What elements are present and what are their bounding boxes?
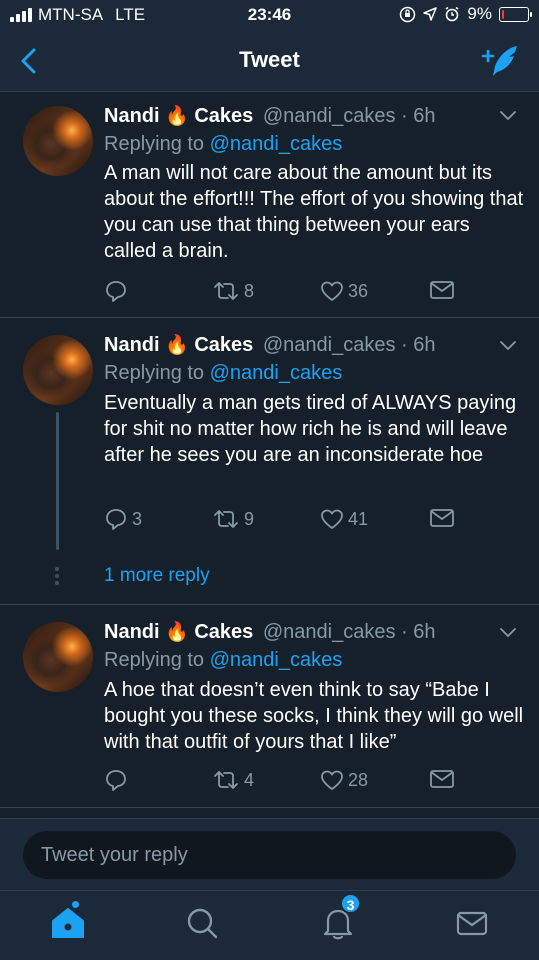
chevron-down-icon[interactable] bbox=[499, 110, 517, 122]
orientation-lock-icon bbox=[400, 6, 416, 22]
tweet-header: Nandi 🔥 Cakes @nandi_cakes · 6h bbox=[104, 104, 436, 128]
display-name-last[interactable]: Cakes bbox=[194, 105, 253, 127]
reply-button[interactable]: 3 bbox=[104, 507, 142, 531]
tab-notifications[interactable]: 3 bbox=[318, 893, 361, 943]
share-button[interactable] bbox=[429, 768, 455, 790]
replying-prefix: Replying to bbox=[104, 649, 210, 671]
tweet[interactable]: Nandi 🔥 Cakes @nandi_cakes · 6h Replying… bbox=[0, 318, 539, 605]
display-name-last[interactable]: Cakes bbox=[194, 334, 253, 356]
notifications-badge: 3 bbox=[340, 893, 361, 914]
alarm-icon bbox=[445, 6, 459, 22]
tweet[interactable]: Nandi 🔥 Cakes @nandi_cakes · 6h Replying… bbox=[0, 605, 539, 808]
display-name-first[interactable]: Nandi bbox=[104, 334, 160, 356]
battery-icon bbox=[499, 6, 532, 22]
replying-prefix: Replying to bbox=[104, 133, 210, 155]
like-count: 41 bbox=[348, 508, 369, 529]
battery-percent: 9% bbox=[467, 4, 492, 23]
reply-icon bbox=[106, 281, 126, 302]
tweet-header: Nandi 🔥 Cakes @nandi_cakes · 6h bbox=[104, 333, 436, 357]
compose-feather-icon[interactable] bbox=[479, 42, 521, 80]
fire-emoji: 🔥 bbox=[165, 106, 189, 127]
like-count: 28 bbox=[348, 769, 369, 790]
more-replies-link[interactable]: 1 more reply bbox=[104, 565, 210, 587]
nav-bar: Tweet bbox=[0, 30, 539, 92]
reply-icon bbox=[106, 509, 126, 530]
replying-to: Replying to @nandi_cakes bbox=[104, 649, 342, 672]
heart-icon bbox=[321, 509, 343, 529]
like-button[interactable]: 36 bbox=[320, 279, 368, 303]
retweet-count: 4 bbox=[244, 769, 255, 790]
tweet-text: A man will not care about the amount but… bbox=[104, 162, 524, 262]
tab-search[interactable] bbox=[182, 903, 222, 943]
envelope-icon bbox=[430, 509, 454, 527]
retweet-icon bbox=[214, 510, 238, 528]
heart-icon bbox=[321, 281, 343, 301]
handle-and-time: @nandi_cakes · 6h bbox=[262, 621, 436, 643]
unread-dot bbox=[72, 901, 79, 908]
home-icon bbox=[52, 908, 84, 938]
chevron-down-icon[interactable] bbox=[499, 627, 517, 639]
replying-to: Replying to @nandi_cakes bbox=[104, 133, 342, 156]
reply-button[interactable] bbox=[104, 768, 132, 792]
tweet-header: Nandi 🔥 Cakes @nandi_cakes · 6h bbox=[104, 620, 436, 644]
reply-bar bbox=[0, 818, 539, 890]
replying-to: Replying to @nandi_cakes bbox=[104, 362, 342, 385]
reply-button[interactable] bbox=[104, 279, 132, 303]
handle-and-time: @nandi_cakes · 6h bbox=[262, 105, 436, 127]
page-title: Tweet bbox=[239, 47, 300, 72]
like-button[interactable]: 28 bbox=[320, 768, 368, 792]
fire-emoji: 🔥 bbox=[165, 335, 189, 356]
tweet-actions: 8 36 bbox=[104, 279, 464, 305]
like-button[interactable]: 41 bbox=[320, 507, 368, 531]
mention-link[interactable]: @nandi_cakes bbox=[210, 362, 343, 384]
reply-icon bbox=[106, 770, 126, 791]
mention-link[interactable]: @nandi_cakes bbox=[210, 649, 343, 671]
envelope-icon bbox=[430, 281, 454, 299]
thread-line bbox=[56, 412, 59, 550]
status-bar: MTN-SA LTE 23:46 9% bbox=[0, 0, 539, 30]
status-right: 9% bbox=[399, 4, 532, 24]
messages-icon bbox=[456, 911, 488, 936]
handle-and-time: @nandi_cakes · 6h bbox=[262, 334, 436, 356]
chevron-down-icon[interactable] bbox=[499, 340, 517, 352]
retweet-button[interactable]: 4 bbox=[212, 768, 254, 792]
avatar[interactable] bbox=[23, 106, 93, 176]
tweet[interactable]: Nandi 🔥 Cakes @nandi_cakes · 6h Replying… bbox=[0, 92, 539, 318]
reply-input[interactable] bbox=[23, 831, 516, 879]
retweet-count: 9 bbox=[244, 508, 255, 529]
display-name-first[interactable]: Nandi bbox=[104, 621, 160, 643]
retweet-icon bbox=[214, 771, 238, 789]
heart-icon bbox=[321, 770, 343, 790]
retweet-icon bbox=[214, 282, 238, 300]
tab-bar: 3 bbox=[0, 890, 539, 960]
share-button[interactable] bbox=[429, 507, 455, 529]
share-button[interactable] bbox=[429, 279, 455, 301]
tweet-actions: 4 28 bbox=[104, 768, 464, 794]
tweet-actions: 3 9 41 bbox=[104, 507, 464, 533]
envelope-icon bbox=[430, 770, 454, 788]
avatar[interactable] bbox=[23, 622, 93, 692]
tab-home[interactable] bbox=[48, 901, 88, 943]
display-name-first[interactable]: Nandi bbox=[104, 105, 160, 127]
reply-count: 3 bbox=[132, 508, 143, 529]
replying-prefix: Replying to bbox=[104, 362, 210, 384]
tab-messages[interactable] bbox=[452, 903, 492, 943]
retweet-count: 8 bbox=[244, 280, 255, 301]
like-count: 36 bbox=[348, 280, 369, 301]
tweet-text: A hoe that doesn’t even think to say “Ba… bbox=[104, 679, 524, 753]
display-name-last[interactable]: Cakes bbox=[194, 621, 253, 643]
retweet-button[interactable]: 9 bbox=[212, 507, 254, 531]
search-icon bbox=[187, 908, 218, 939]
tweet-text: Eventually a man gets tired of ALWAYS pa… bbox=[104, 392, 517, 466]
location-icon bbox=[423, 7, 438, 21]
more-replies-dots bbox=[55, 567, 59, 588]
fire-emoji: 🔥 bbox=[165, 622, 189, 643]
retweet-button[interactable]: 8 bbox=[212, 279, 254, 303]
mention-link[interactable]: @nandi_cakes bbox=[210, 133, 343, 155]
avatar[interactable] bbox=[23, 335, 93, 405]
